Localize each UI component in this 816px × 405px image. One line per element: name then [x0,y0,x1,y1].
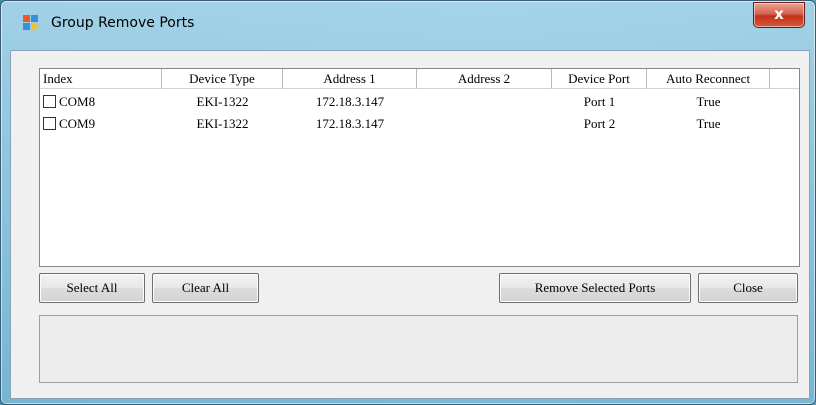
column-header-index[interactable]: Index [40,69,162,89]
close-window-button[interactable]: x [753,2,805,28]
row-address-2 [417,91,552,113]
close-icon: x [774,5,784,23]
column-header-auto-reconnect[interactable]: Auto Reconnect [647,69,770,89]
remove-selected-ports-button[interactable]: Remove Selected Ports [499,273,691,303]
row-index-cell: COM8 [40,91,162,113]
dialog-client-area: Index Device Type Address 1 Address 2 De… [10,50,810,399]
column-header-address-1[interactable]: Address 1 [283,69,417,89]
table-row[interactable]: COM8 EKI-1322 172.18.3.147 Port 1 True [40,91,799,113]
row-device-type: EKI-1322 [196,116,249,131]
row-auto-reconnect: True [696,94,721,109]
row-index-label: COM9 [59,116,96,131]
row-address-1: 172.18.3.147 [315,94,385,109]
close-button[interactable]: Close [698,273,798,303]
dialog-window: Group Remove Ports x Index Device Type A… [0,0,816,405]
row-address-1: 172.18.3.147 [315,116,385,131]
app-window-icon [23,15,39,31]
select-all-button[interactable]: Select All [39,273,145,303]
row-index-label: COM8 [59,94,96,109]
row-checkbox[interactable] [43,117,56,130]
status-panel [39,315,798,383]
row-address-2 [417,113,552,135]
ports-list[interactable]: Index Device Type Address 1 Address 2 De… [39,68,800,267]
row-auto-reconnect: True [696,116,721,131]
column-header-address-2[interactable]: Address 2 [417,69,552,89]
row-index-cell: COM9 [40,113,162,135]
title-bar[interactable]: Group Remove Ports x [1,1,816,51]
row-checkbox[interactable] [43,95,56,108]
column-header-device-type[interactable]: Device Type [162,69,283,89]
column-header-device-port[interactable]: Device Port [552,69,647,89]
row-device-type: EKI-1322 [196,94,249,109]
clear-all-button[interactable]: Clear All [152,273,259,303]
list-header: Index Device Type Address 1 Address 2 De… [40,69,799,90]
row-device-port: Port 1 [583,94,616,109]
window-title: Group Remove Ports [51,15,195,31]
column-header-filler [770,69,799,89]
table-row[interactable]: COM9 EKI-1322 172.18.3.147 Port 2 True [40,113,799,135]
row-device-port: Port 2 [583,116,616,131]
